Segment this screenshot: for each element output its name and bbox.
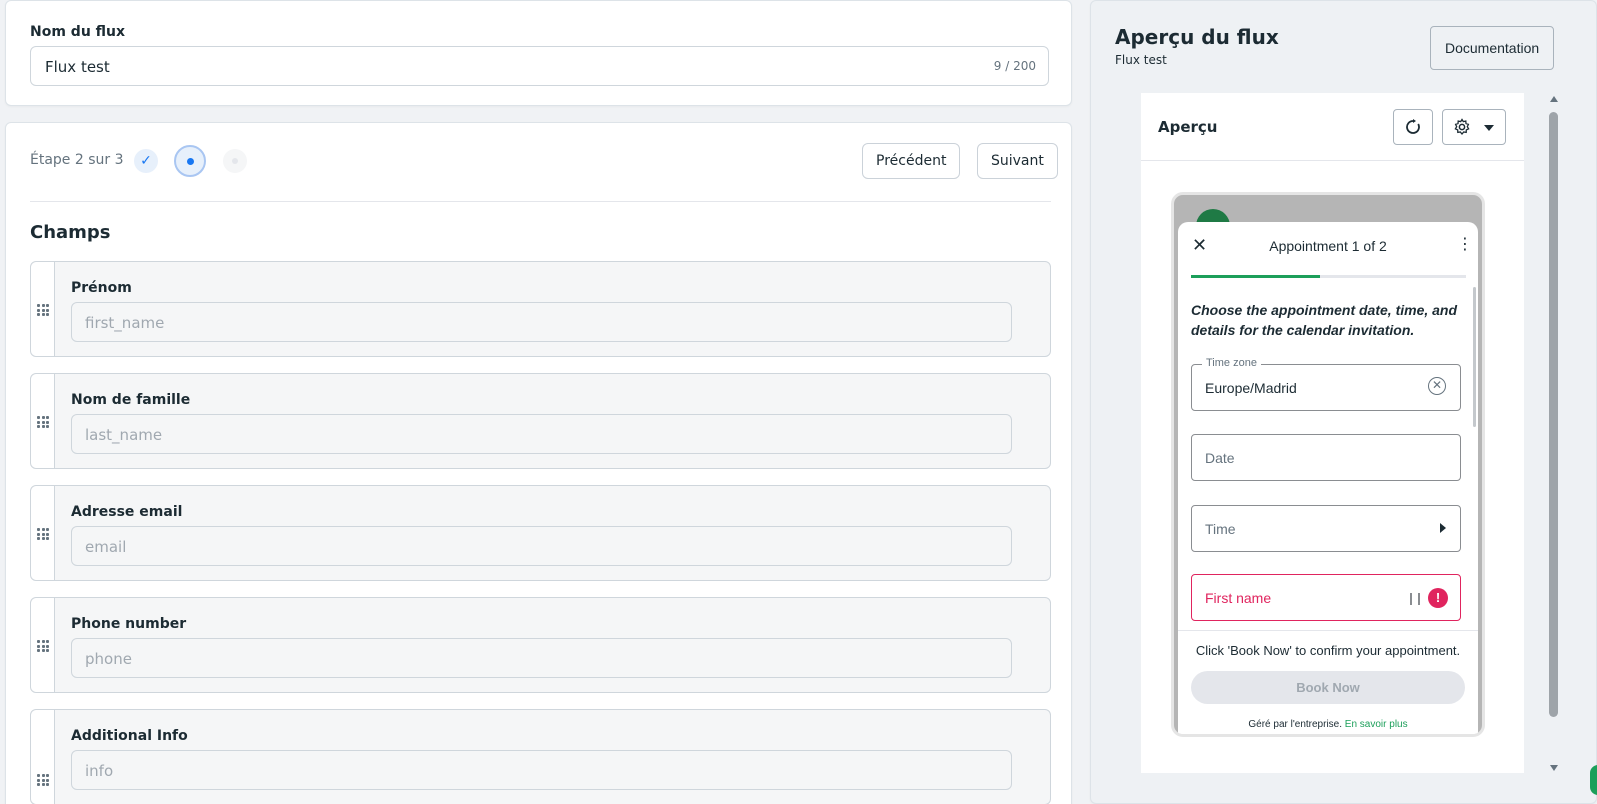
drag-handle[interactable]	[31, 486, 55, 580]
step-2-current-icon[interactable]	[174, 145, 206, 177]
field-placeholder: last_name	[85, 426, 163, 444]
field-input[interactable]: email	[71, 526, 1012, 566]
refresh-icon	[1406, 119, 1420, 134]
progress-bar	[1191, 275, 1466, 278]
step-3-pending-icon[interactable]	[223, 149, 247, 173]
divider	[30, 201, 1051, 202]
flow-sheet: ✕ Appointment 1 of 2 ⋮ Choose the appoin…	[1178, 222, 1478, 734]
field-row: Additional Info info	[30, 709, 1051, 804]
field-placeholder: phone	[85, 650, 132, 668]
field-placeholder: first_name	[85, 314, 165, 332]
first-name-placeholder: First name	[1205, 590, 1272, 606]
flow-intro-text: Choose the appointment date, time, and d…	[1191, 302, 1458, 338]
drag-handle[interactable]	[31, 710, 55, 804]
field-input[interactable]: phone	[71, 638, 1012, 678]
flow-preview-panel: Aperçu du flux Flux test Documentation A…	[1090, 0, 1597, 804]
preview-header: Aperçu	[1141, 93, 1524, 161]
time-placeholder: Time	[1205, 521, 1236, 537]
timezone-field[interactable]: Time zone Europe/Madrid ✕	[1191, 357, 1461, 411]
section-title: Champs	[30, 222, 111, 243]
step-1-complete-icon[interactable]: ✓	[134, 149, 158, 173]
flow-name-value: Flux test	[45, 58, 110, 76]
scroll-down-icon[interactable]	[1550, 765, 1558, 771]
grip-icon	[37, 640, 49, 652]
sheet-scrollbar[interactable]	[1473, 287, 1476, 427]
progress-fill	[1191, 275, 1321, 278]
learn-more-link[interactable]: En savoir plus	[1345, 719, 1408, 730]
timezone-value: Europe/Madrid	[1205, 380, 1297, 396]
field-label: Phone number	[71, 616, 187, 632]
timezone-legend: Time zone	[1202, 357, 1261, 369]
flow-name-label: Nom du flux	[30, 24, 126, 40]
field-input[interactable]: first_name	[71, 302, 1012, 342]
gear-icon	[1454, 118, 1470, 136]
footer-instruction: Click 'Book Now' to confirm your appoint…	[1195, 643, 1461, 658]
book-now-button[interactable]: Book Now	[1191, 671, 1465, 704]
field-row: Nom de famille last_name	[30, 373, 1051, 469]
help-widget-button[interactable]	[1590, 765, 1597, 795]
flow-footer: Click 'Book Now' to confirm your appoint…	[1178, 630, 1478, 734]
grip-icon	[37, 528, 49, 540]
step-navigation: Étape 2 sur 3 ✓ Précédent Suivant	[30, 143, 1058, 179]
clear-icon[interactable]: ✕	[1428, 377, 1446, 395]
next-button[interactable]: Suivant	[977, 143, 1058, 179]
grip-icon	[37, 416, 49, 428]
field-input[interactable]: last_name	[71, 414, 1012, 454]
drag-handle[interactable]	[31, 598, 55, 692]
preview-scrollbar[interactable]	[1548, 96, 1560, 771]
caret-right-icon	[1440, 523, 1446, 533]
time-dropdown[interactable]: Time	[1191, 505, 1461, 552]
field-label: Adresse email	[71, 504, 183, 520]
field-placeholder: email	[85, 538, 127, 556]
field-label: Prénom	[71, 280, 132, 296]
flow-name-card: Nom du flux Flux test 9 / 200	[5, 0, 1072, 106]
preview-inner-title: Aperçu	[1158, 118, 1218, 136]
documentation-button[interactable]: Documentation	[1430, 26, 1555, 70]
preview-frame: Aperçu ✕ Appointment 1 of 2 ⋮ Choose the…	[1141, 93, 1524, 773]
scroll-thumb[interactable]	[1549, 112, 1558, 717]
preview-title: Aperçu du flux	[1115, 25, 1279, 49]
field-label: Nom de famille	[71, 392, 191, 408]
flow-screen-title: Appointment 1 of 2	[1269, 238, 1387, 254]
step-indicator-text: Étape 2 sur 3	[30, 152, 124, 168]
field-input[interactable]: info	[71, 750, 1012, 790]
managed-by-text: Géré par l'entreprise. En savoir plus	[1178, 719, 1478, 730]
scroll-up-icon[interactable]	[1550, 96, 1558, 102]
drag-handle[interactable]	[31, 262, 55, 356]
previous-button[interactable]: Précédent	[862, 143, 961, 179]
fields-editor-card: Étape 2 sur 3 ✓ Précédent Suivant Champs…	[5, 122, 1072, 804]
grip-icon	[37, 774, 49, 786]
error-icon: !	[1428, 588, 1448, 608]
date-field[interactable]: Date	[1191, 434, 1461, 481]
settings-dropdown-button[interactable]	[1442, 109, 1506, 145]
character-counter: 9 / 200	[993, 59, 1036, 73]
field-placeholder: info	[85, 762, 114, 780]
first-name-field[interactable]: First name !	[1191, 574, 1461, 621]
keyboard-icon	[1410, 593, 1420, 605]
field-label: Additional Info	[71, 728, 188, 744]
field-row: Phone number phone	[30, 597, 1051, 693]
refresh-button[interactable]	[1393, 109, 1433, 145]
phone-mockup: ✕ Appointment 1 of 2 ⋮ Choose the appoin…	[1171, 192, 1485, 737]
grip-icon	[37, 304, 49, 316]
field-row: Adresse email email	[30, 485, 1051, 581]
flow-name-input[interactable]: Flux test 9 / 200	[30, 46, 1049, 86]
drag-handle[interactable]	[31, 374, 55, 468]
date-placeholder: Date	[1205, 450, 1235, 466]
more-options-icon[interactable]: ⋮	[1457, 234, 1473, 253]
preview-subtitle: Flux test	[1115, 53, 1167, 67]
managed-label: Géré par l'entreprise.	[1248, 719, 1343, 730]
field-row: Prénom first_name	[30, 261, 1051, 357]
chevron-down-icon	[1484, 125, 1494, 131]
